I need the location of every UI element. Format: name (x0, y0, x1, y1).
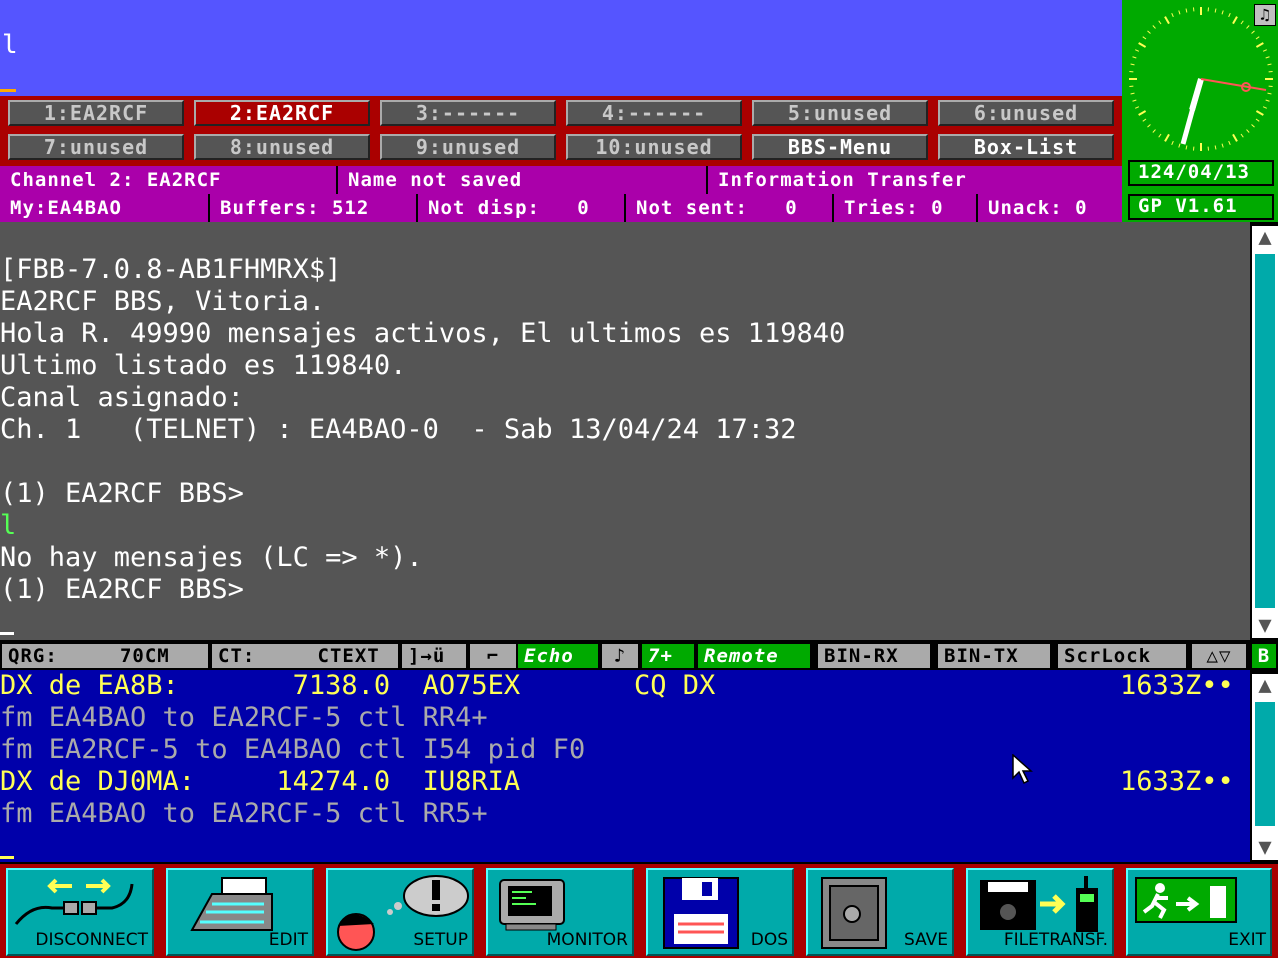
exit-button[interactable]: EXIT (1126, 868, 1272, 956)
seven-plus-toggle[interactable]: 7+ (642, 644, 694, 668)
monitor-line-time: 1633Z•• (1120, 670, 1234, 701)
setup-button[interactable]: SETUP (326, 868, 474, 956)
channel-button[interactable]: 5:unused (752, 100, 928, 126)
channel-button[interactable]: Box-List (938, 134, 1114, 160)
qrg-field[interactable]: QRG: 70CM (2, 644, 208, 668)
dos-label: DOS (750, 930, 788, 950)
input-area[interactable]: l (0, 0, 1122, 96)
unack-info: Unack: 0 (988, 197, 1088, 219)
ctext-field[interactable]: CT: CTEXT (212, 644, 398, 668)
exit-label: EXIT (1228, 930, 1266, 950)
terminal-line: Ultimo listado es 119840. (0, 350, 407, 381)
monitor-line: fm EA2RCF-5 to EA4BAO ctl I54 pid F0 (0, 734, 586, 765)
scroll-lock-toggle[interactable]: ScrLock (1058, 644, 1186, 668)
typewriter-icon (190, 877, 273, 931)
channel-button[interactable]: 2:EA2RCF (194, 100, 370, 126)
filetransfer-button[interactable]: FILETRANSF. (966, 868, 1114, 956)
monitor-scrollbar[interactable]: ▲ ▼ (1252, 674, 1278, 860)
my-call: My:EA4BAO (0, 194, 210, 222)
disconnect-label: DISCONNECT (35, 930, 148, 950)
input-text: l (2, 30, 18, 60)
scroll-track[interactable] (1255, 702, 1275, 826)
status-bar: QRG: 70CM CT: CTEXT ]→ü ⌐ Echo ♪ 7+ Remo… (0, 642, 1278, 670)
resize-arrows-icon[interactable]: △▽ (1192, 644, 1246, 668)
channel-button[interactable]: BBS-Menu (752, 134, 928, 160)
channel-button[interactable]: 9:unused (380, 134, 556, 160)
not-disp-info: Not disp: 0 (418, 194, 626, 222)
scroll-track[interactable] (1255, 254, 1275, 608)
channel-button[interactable]: 3:------ (380, 100, 556, 126)
disconnect-icon (14, 878, 134, 925)
monitor-line: DX de EA8B: 7138.0 AO75EX CQ DX (0, 670, 716, 701)
channel-button[interactable]: 8:unused (194, 134, 370, 160)
channel-status-row: Channel 2: EA2RCF Name not saved Informa… (0, 166, 1122, 194)
monitor-cursor (0, 856, 14, 859)
music-note-button[interactable]: ♫ (1254, 4, 1276, 26)
not-sent-info: Not sent: 0 (626, 194, 834, 222)
filetransfer-label: FILETRANSF. (1003, 930, 1108, 950)
terminal-line: (1) EA2RCF BBS> (0, 574, 244, 605)
bin-tx-toggle[interactable]: BIN-TX (938, 644, 1050, 668)
mouse-pointer-icon (1012, 754, 1033, 785)
name-info: Name not saved (338, 166, 708, 194)
edit-button[interactable]: EDIT (166, 868, 314, 956)
terminal-scrollbar[interactable]: ▲ ▼ (1252, 226, 1278, 638)
monitor-button[interactable]: MONITOR (486, 868, 634, 956)
toolbar: DISCONNECT EDIT SETUP MONITOR DOS SAVE F… (0, 864, 1278, 958)
monitor-icon (499, 879, 565, 931)
music-note-icon[interactable]: ♪ (602, 644, 638, 668)
filetransfer-icon (980, 876, 1098, 932)
echo-toggle[interactable]: Echo (518, 644, 598, 668)
monitor-line: DX de DJ0MA: 14274.0 IU8RIA (0, 766, 521, 797)
dos-button[interactable]: DOS (646, 868, 794, 956)
terminal-line: Ch. 1 (TELNET) : EA4BAO-0 - Sab 13/04/24… (0, 414, 797, 445)
version-display: GP V1.61 (1128, 194, 1274, 220)
save-button[interactable]: SAVE (806, 868, 954, 956)
scroll-down-icon[interactable]: ▼ (1252, 836, 1278, 860)
monitor-line: fm EA4BAO to EA2RCF-5 ctl RR4+ (0, 702, 488, 733)
save-label: SAVE (903, 930, 948, 950)
transfer-info: Information Transfer (718, 169, 967, 191)
channel-info: Channel 2: EA2RCF (0, 166, 338, 194)
scroll-down-icon[interactable]: ▼ (1252, 614, 1278, 638)
channel-button[interactable]: 10:unused (566, 134, 742, 160)
monitor-line: fm EA4BAO to EA2RCF-5 ctl RR5+ (0, 798, 488, 829)
monitor-label: MONITOR (546, 930, 628, 950)
tries-info: Tries: 0 (834, 194, 978, 222)
buffer-status-row: My:EA4BAO Buffers: 512 Not disp: 0 Not s… (0, 194, 1122, 222)
terminal-line: EA2RCF BBS, Vitoria. (0, 286, 326, 317)
terminal-line: Canal asignado: (0, 382, 244, 413)
terminal-cursor (0, 632, 14, 635)
buffers-info: Buffers: 512 (210, 194, 418, 222)
terminal-line: No hay mensajes (LC => *). (0, 542, 423, 573)
scroll-up-icon[interactable]: ▲ (1252, 226, 1278, 250)
channel-button[interactable]: 7:unused (8, 134, 184, 160)
monitor-window[interactable]: DX de EA8B: 7138.0 AO75EX CQ DX 1633Z•• … (0, 670, 1250, 862)
signal-icon[interactable]: ⌐ (470, 644, 516, 668)
edit-label: EDIT (268, 930, 308, 950)
clock-icon (1128, 6, 1274, 152)
exit-icon (1135, 877, 1237, 923)
terminal-line: (1) EA2RCF BBS> (0, 478, 244, 509)
scroll-up-icon[interactable]: ▲ (1252, 674, 1278, 698)
terminal-line: l (0, 510, 17, 541)
terminal-line: [FBB-7.0.8-AB1FHMRX$] (0, 254, 342, 285)
b-toggle[interactable]: B (1252, 644, 1276, 668)
main-terminal[interactable]: [FBB-7.0.8-AB1FHMRX$] EA2RCF BBS, Vitori… (0, 222, 1250, 640)
channel-button[interactable]: 1:EA2RCF (8, 100, 184, 126)
disconnect-button[interactable]: DISCONNECT (6, 868, 154, 956)
terminal-line: Hola R. 49990 mensajes activos, El ultim… (0, 318, 846, 349)
remote-toggle[interactable]: Remote (698, 644, 810, 668)
date-display: 124/04/13 (1128, 160, 1274, 186)
input-cursor (0, 89, 16, 92)
channel-button[interactable]: 6:unused (938, 100, 1114, 126)
channel-button[interactable]: 4:------ (566, 100, 742, 126)
monitor-line-time: 1633Z•• (1120, 766, 1234, 797)
setup-label: SETUP (413, 930, 468, 950)
conversion-toggle[interactable]: ]→ü (402, 644, 466, 668)
bin-rx-toggle[interactable]: BIN-RX (818, 644, 930, 668)
